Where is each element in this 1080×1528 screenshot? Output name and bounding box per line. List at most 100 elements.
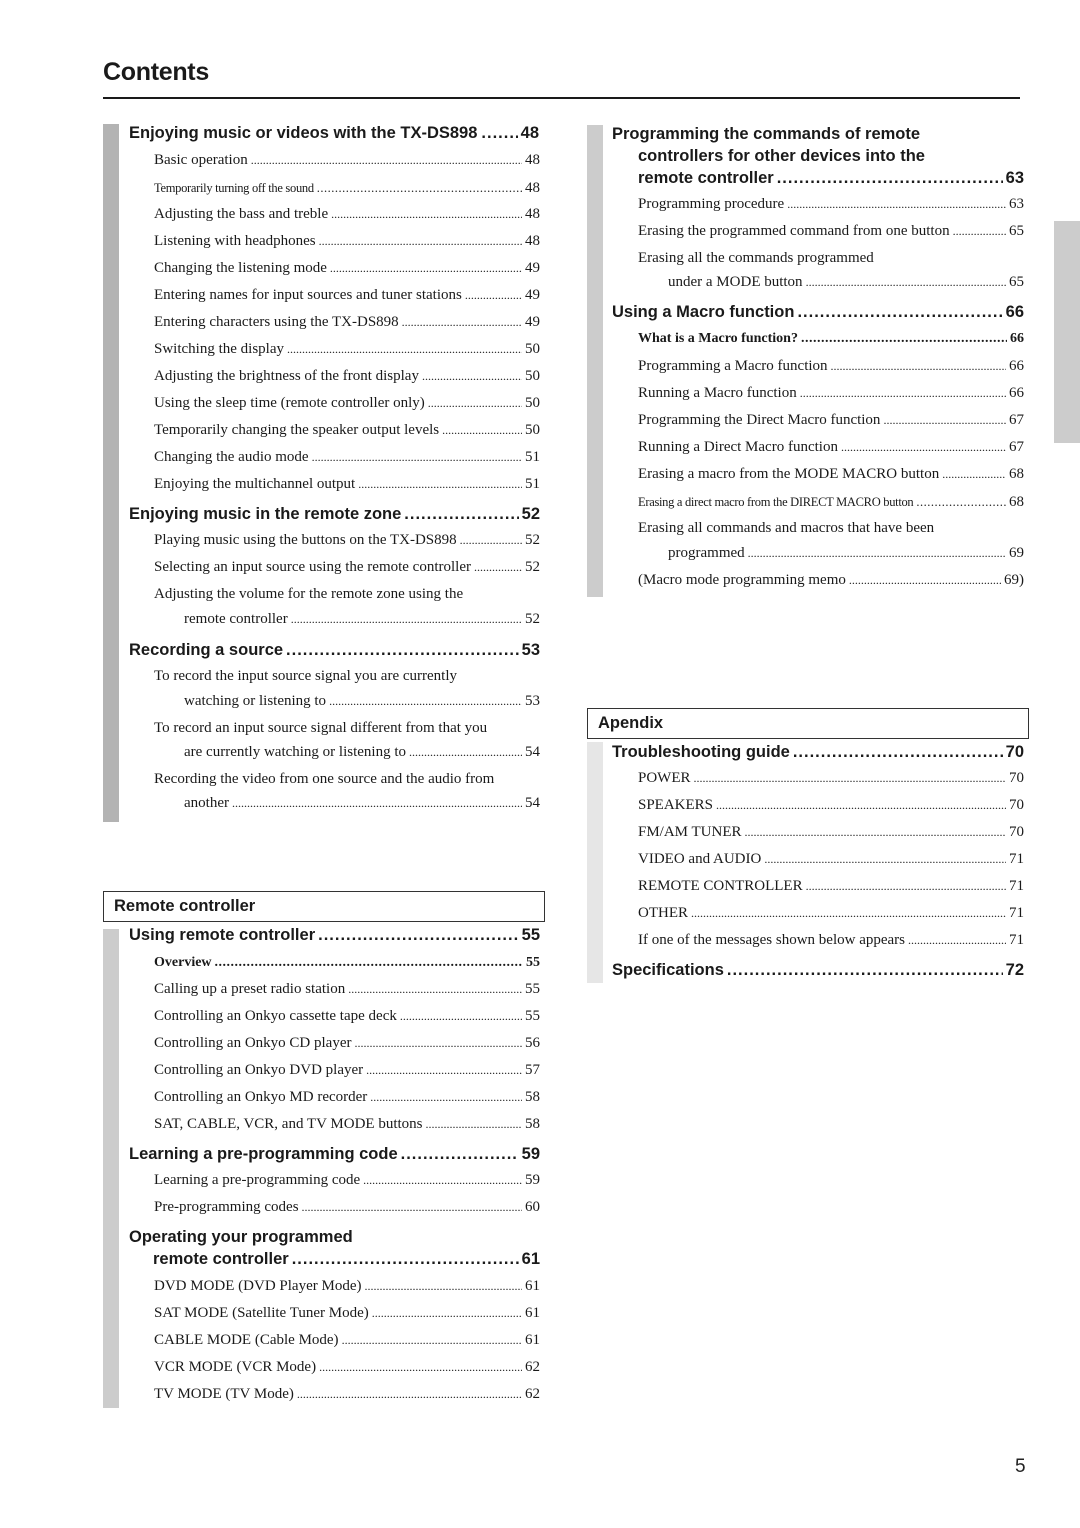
toc-item[interactable]: programmed 69 [668, 545, 1024, 562]
toc-item[interactable]: Changing the audio mode 51 [154, 449, 540, 466]
page-ref: 57 [525, 1062, 540, 1078]
toc-item[interactable]: Calling up a preset radio station 55 [154, 981, 540, 998]
dot-leader [916, 495, 1006, 510]
toc-heading[interactable]: Using remote controller 55 [129, 926, 540, 945]
toc-item[interactable]: Temporarily changing the speaker output … [154, 422, 540, 439]
page-ref: 52 [521, 505, 540, 523]
toc-item[interactable]: What is a Macro function? 66 [638, 331, 1024, 347]
toc-item[interactable]: Running a Direct Macro function 67 [638, 439, 1024, 456]
toc-item[interactable]: VCR MODE (VCR Mode) 62 [154, 1359, 540, 1376]
toc-item[interactable]: Controlling an Onkyo cassette tape deck 5… [154, 1008, 540, 1025]
toc-item[interactable]: Entering characters using the TX-DS898 49 [154, 314, 540, 331]
toc-item[interactable]: watching or listening to 53 [184, 693, 540, 710]
toc-item[interactable]: Overview 55 [154, 955, 540, 971]
toc-item[interactable]: Pre-programming codes 60 [154, 1199, 540, 1216]
toc-item-line1[interactable]: Recording the video from one source and … [154, 771, 494, 788]
toc-item[interactable]: DVD MODE (DVD Player Mode) 61 [154, 1278, 540, 1295]
toc-item[interactable]: If one of the messages shown below appea… [638, 932, 1024, 949]
toc-label: Programming procedure [638, 196, 785, 212]
toc-item[interactable]: Using the sleep time (remote controller … [154, 395, 540, 412]
page-ref: 71 [1009, 905, 1024, 921]
toc-heading[interactable]: Enjoying music in the remote zone 52 [129, 505, 540, 524]
toc-item-line1[interactable]: To record the input source signal you ar… [154, 668, 457, 685]
toc-item[interactable]: Changing the listening mode 49 [154, 260, 540, 277]
dot-leader [402, 314, 522, 331]
toc-heading[interactable]: remote controller 63 [638, 169, 1024, 188]
toc-item[interactable]: Basic operation 48 [154, 152, 540, 169]
toc-item[interactable]: (Macro mode programming memo 69) [638, 572, 1024, 589]
toc-item[interactable]: Entering names for input sources and tun… [154, 287, 540, 304]
toc-item[interactable]: are currently watching or listening to 54 [184, 744, 540, 761]
toc-item[interactable]: SAT, CABLE, VCR, and TV MODE buttons 58 [154, 1116, 540, 1133]
toc-label: Selecting an input source using the remo… [154, 559, 471, 575]
toc-item[interactable]: Enjoying the multichannel output 51 [154, 476, 540, 493]
toc-item[interactable]: Erasing a direct macro from the DIRECT M… [638, 494, 1024, 511]
toc-heading[interactable]: Recording a source 53 [129, 641, 540, 660]
toc-item[interactable]: Listening with headphones 48 [154, 233, 540, 250]
toc-item[interactable]: SPEAKERS 70 [638, 797, 1024, 814]
page-ref: 68 [1009, 466, 1024, 482]
toc-label: Entering names for input sources and tun… [154, 287, 462, 303]
toc-item[interactable]: REMOTE CONTROLLER 71 [638, 878, 1024, 895]
toc-item[interactable]: OTHER 71 [638, 905, 1024, 922]
toc-item[interactable]: Erasing a macro from the MODE MACRO butt… [638, 466, 1024, 483]
toc-label: Changing the listening mode [154, 260, 327, 276]
toc-label: Running a Macro function [638, 385, 797, 401]
dot-leader [442, 422, 522, 439]
toc-item[interactable]: Temporarily turning off the sound 48 [154, 180, 540, 197]
page-ref: 71 [1009, 932, 1024, 948]
toc-item[interactable]: Switching the display 50 [154, 341, 540, 358]
toc-item[interactable]: under a MODE button 65 [668, 274, 1024, 291]
toc-item[interactable]: TV MODE (TV Mode) 62 [154, 1386, 540, 1403]
toc-item[interactable]: Selecting an input source using the remo… [154, 559, 540, 576]
page-ref: 71 [1009, 851, 1024, 867]
dot-leader [232, 795, 522, 812]
toc-item[interactable]: VIDEO and AUDIO 71 [638, 851, 1024, 868]
section-bar [103, 929, 119, 1408]
toc-heading[interactable]: Learning a pre-programming code 59 [129, 1145, 540, 1164]
toc-heading-line1[interactable]: Operating your programmed [129, 1228, 353, 1247]
page-ref: 49 [525, 260, 540, 276]
dot-leader [330, 260, 522, 277]
toc-heading-line2[interactable]: controllers for other devices into the [638, 147, 925, 166]
toc-item[interactable]: Learning a pre-programming code 59 [154, 1172, 540, 1189]
dot-leader [297, 1386, 522, 1403]
toc-item[interactable]: POWER 70 [638, 770, 1024, 787]
toc-item[interactable]: Controlling an Onkyo CD player 56 [154, 1035, 540, 1052]
toc-item[interactable]: another 54 [184, 795, 540, 812]
toc-heading[interactable]: Troubleshooting guide 70 [612, 743, 1024, 762]
toc-item[interactable]: Controlling an Onkyo MD recorder 58 [154, 1089, 540, 1106]
section-bar [587, 125, 603, 597]
toc-item[interactable]: Programming the Direct Macro function 67 [638, 412, 1024, 429]
toc-item[interactable]: Programming procedure 63 [638, 196, 1024, 213]
page-ref: 51 [525, 476, 540, 492]
toc-heading-line1[interactable]: Programming the commands of remote [612, 125, 920, 144]
page-ref: 48 [525, 233, 540, 249]
toc-heading[interactable]: Specifications 72 [612, 961, 1024, 980]
title-rule [103, 97, 1020, 99]
toc-item[interactable]: CABLE MODE (Cable Mode) 61 [154, 1332, 540, 1349]
toc-item-line1[interactable]: To record an input source signal differe… [154, 720, 487, 737]
toc-item-line1[interactable]: Erasing all commands and macros that hav… [638, 520, 934, 537]
toc-item[interactable]: Programming a Macro function 66 [638, 358, 1024, 375]
section-box-apendix: Apendix [587, 708, 1029, 739]
toc-item[interactable]: Erasing the programmed command from one … [638, 223, 1024, 240]
toc-item[interactable]: SAT MODE (Satellite Tuner Mode) 61 [154, 1305, 540, 1322]
toc-label: Using a Macro function [612, 303, 795, 321]
toc-item[interactable]: Playing music using the buttons on the T… [154, 532, 540, 549]
toc-item[interactable]: Adjusting the brightness of the front di… [154, 368, 540, 385]
toc-item[interactable]: Adjusting the bass and treble 48 [154, 206, 540, 223]
dot-leader [319, 1359, 522, 1376]
toc-label: REMOTE CONTROLLER [638, 878, 803, 894]
toc-item[interactable]: Running a Macro function 66 [638, 385, 1024, 402]
toc-heading[interactable]: remote controller 61 [153, 1250, 540, 1269]
toc-item-line1[interactable]: Adjusting the volume for the remote zone… [154, 586, 463, 603]
toc-item-line1[interactable]: Erasing all the commands programmed [638, 250, 874, 267]
toc-heading[interactable]: Using a Macro function 66 [612, 303, 1024, 322]
toc-heading[interactable]: Enjoying music or videos with the TX-DS8… [129, 124, 539, 143]
page-ref: 61 [525, 1278, 540, 1294]
toc-item[interactable]: Controlling an Onkyo DVD player 57 [154, 1062, 540, 1079]
toc-item[interactable]: FM/AM TUNER 70 [638, 824, 1024, 841]
toc-item[interactable]: remote controller 52 [184, 611, 540, 628]
dot-leader [370, 1089, 522, 1106]
